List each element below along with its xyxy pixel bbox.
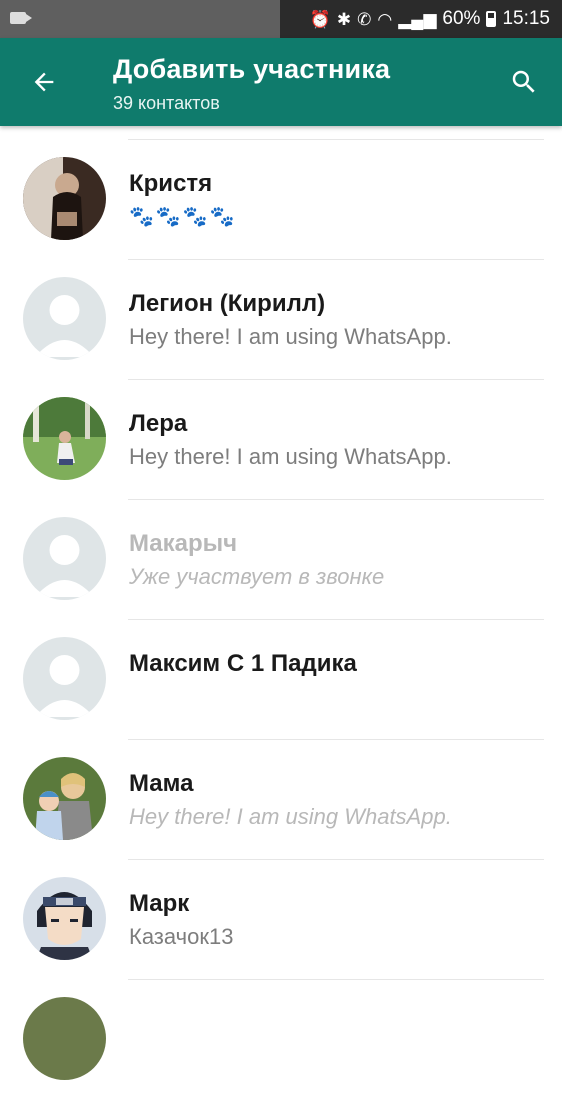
search-icon [512,70,535,93]
contact-name: Марк [129,890,190,917]
avatar [23,997,106,1080]
contact-status: Hey there! I am using WhatsApp. [129,324,452,349]
contact-status: Hey there! I am using WhatsApp. [129,444,452,469]
avatar [23,757,106,840]
contact-name: Лера [129,410,188,437]
search-button[interactable] [502,60,546,104]
default-avatar-icon [23,637,106,720]
contact-status: Hey there! I am using WhatsApp. [129,804,452,829]
avatar [23,397,106,480]
page-title: Добавить участника [113,54,391,84]
battery-icon [486,11,497,27]
battery-percent: 60% [442,8,481,29]
default-avatar-icon [23,277,106,360]
contact-row[interactable]: Марк Казачок13 [0,860,562,979]
call-icon: ✆ [357,9,372,29]
contact-status: 🐾🐾🐾🐾 [129,206,237,228]
video-camera-icon [10,12,32,24]
signal-icon: ▂▄▆ [398,9,437,29]
contact-name: Кристя [129,170,213,197]
contact-name: Легион (Кирилл) [129,290,326,317]
default-avatar-icon [23,517,106,600]
arrow-back-icon [34,72,54,92]
clock: 15:15 [502,8,550,29]
contact-name: Макарыч [129,530,238,557]
status-bar: ⏰ ✱ ✆ ◠ ▂▄▆ 60% 15:15 [0,0,562,38]
contact-status: Уже участвует в звонке [129,564,385,589]
alarm-icon: ⏰ [309,9,331,29]
contact-name: Мама [129,770,194,797]
avatar [23,877,106,960]
contact-name: Максим С 1 Падика [129,650,357,677]
app-bar: Добавить участника 39 контактов [0,38,562,126]
contact-row-partial[interactable] [0,980,562,1099]
wifi-icon: ◠ [377,9,393,29]
contact-list: Кристя 🐾🐾🐾🐾 Легион (Кирилл) Hey there! I… [0,126,562,1099]
bluetooth-icon: ✱ [336,9,352,29]
contact-row[interactable]: Лера Hey there! I am using WhatsApp. [0,380,562,499]
back-button[interactable] [22,60,66,104]
contact-row[interactable]: Кристя 🐾🐾🐾🐾 [0,140,562,259]
status-bar-right: ⏰ ✱ ✆ ◠ ▂▄▆ 60% 15:15 [280,0,562,38]
contact-row: Макарыч Уже участвует в звонке [0,500,562,619]
contact-row[interactable]: Максим С 1 Падика [0,620,562,739]
contact-row[interactable]: Легион (Кирилл) Hey there! I am using Wh… [0,260,562,379]
contact-row[interactable]: Мама Hey there! I am using WhatsApp. [0,740,562,859]
contacts-count: 39 контактов [113,93,220,113]
avatar [23,157,106,240]
contact-status: Казачок13 [129,924,234,949]
